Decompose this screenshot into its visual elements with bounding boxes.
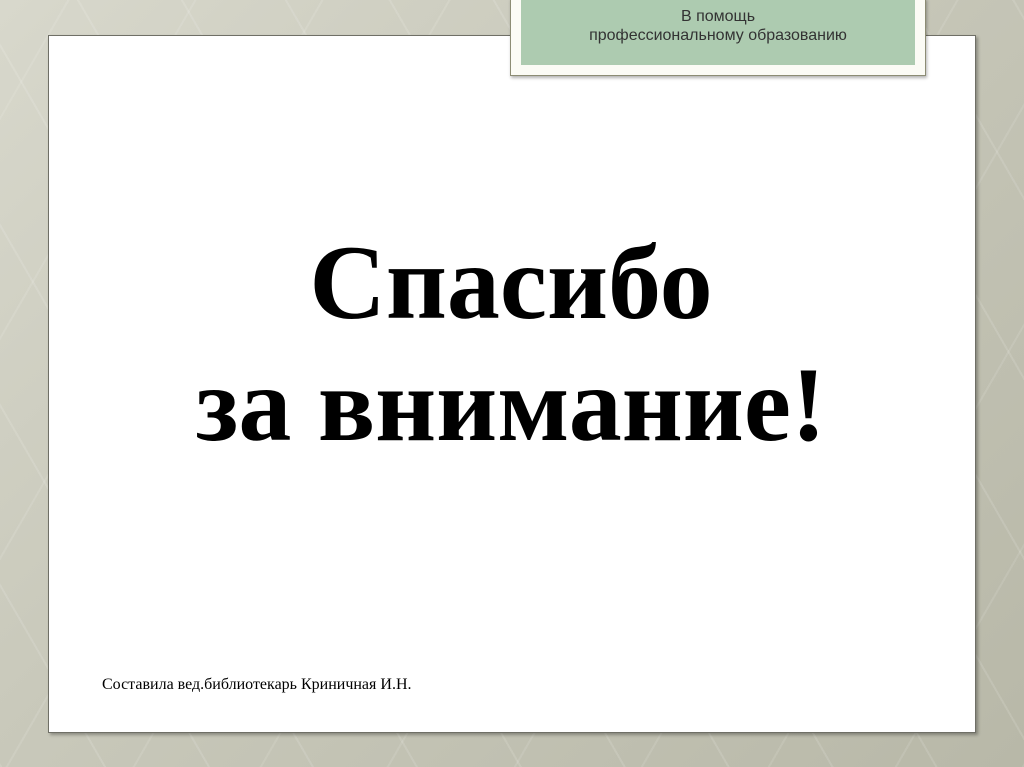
author-credit: Составила вед.библиотекарь Криничная И.Н… (102, 676, 412, 693)
header-line-2: профессиональному образованию (589, 27, 847, 44)
header-line-1: В помощь (680, 8, 756, 25)
slide-title: Спасибо за внимание! (48, 222, 974, 466)
title-line-1: Спасибо (309, 224, 713, 341)
header-tag-label: В помощь профессиональному образованию (521, 0, 915, 65)
header-tag: В помощь профессиональному образованию (510, 0, 926, 76)
title-line-2: за внимание! (195, 346, 827, 463)
